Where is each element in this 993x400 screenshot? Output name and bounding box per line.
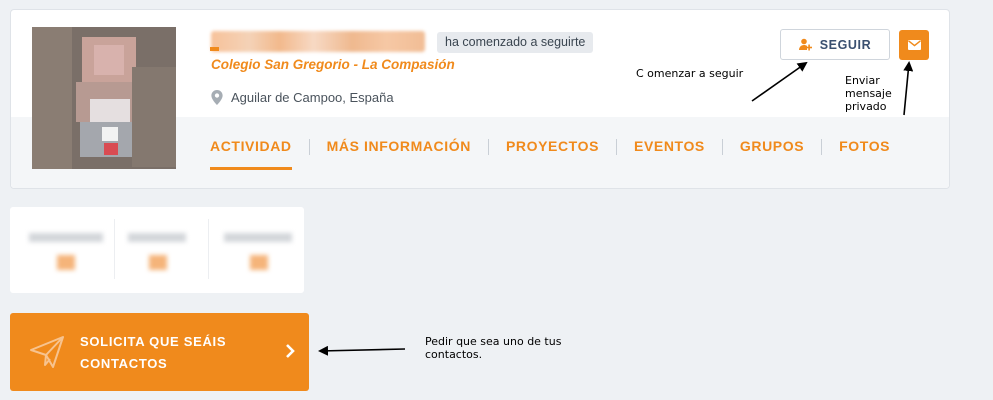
tab-grupos[interactable]: GRUPOS [740,138,804,156]
paper-plane-icon [30,336,64,368]
name-accent-mark [210,47,219,51]
stat-divider [114,219,115,279]
stat-divider [208,219,209,279]
request-contact-label: SOLICITA QUE SEÁIS CONTACTOS [80,334,227,371]
stat-item[interactable] [128,225,208,273]
arrow-to-request [318,345,406,356]
tab-actividad[interactable]: ACTIVIDAD [210,138,292,170]
profile-tabs: ACTIVIDAD MÁS INFORMACIÓN PROYECTOS EVEN… [210,138,890,170]
stat-value-blurred [57,255,75,270]
tab-fotos[interactable]: FOTOS [839,138,890,156]
map-pin-icon [211,90,223,105]
stat-label-blurred [128,233,186,242]
tab-divider [616,139,618,155]
location-text: Aguilar de Campoo, España [231,90,394,105]
user-name-blurred[interactable] [211,31,425,52]
tab-eventos[interactable]: EVENTOS [634,138,705,156]
profile-card: ha comenzado a seguirte Colegio San Greg… [10,9,950,189]
annotation-follow: C omenzar a seguir [636,67,744,80]
stat-item[interactable] [224,225,304,273]
stat-label-blurred [29,233,103,242]
stat-item[interactable] [29,225,109,273]
tab-divider [487,139,489,155]
tab-mas-informacion[interactable]: MÁS INFORMACIÓN [327,138,471,156]
tab-divider [821,139,823,155]
stat-label-blurred [224,233,292,242]
tab-divider [308,139,310,155]
envelope-icon [907,40,921,50]
stat-value-blurred [250,255,268,270]
avatar[interactable] [32,27,176,169]
tab-divider [721,139,723,155]
chevron-right-icon [286,344,295,358]
tab-proyectos[interactable]: PROYECTOS [506,138,599,156]
annotation-message: Enviar mensaje privado [845,74,892,113]
stat-value-blurred [149,255,167,270]
annotation-request: Pedir que sea uno de tus contactos. [425,335,562,361]
follows-you-badge: ha comenzado a seguirte [437,32,594,53]
send-message-button[interactable] [899,30,929,60]
stats-panel [10,207,304,293]
location: Aguilar de Campoo, España [211,90,394,105]
request-contact-button[interactable]: SOLICITA QUE SEÁIS CONTACTOS [10,313,309,391]
user-plus-icon [798,38,812,51]
follow-button-label: SEGUIR [819,37,872,52]
follow-button[interactable]: SEGUIR [780,29,890,60]
school-name[interactable]: Colegio San Gregorio - La Compasión [211,57,455,72]
